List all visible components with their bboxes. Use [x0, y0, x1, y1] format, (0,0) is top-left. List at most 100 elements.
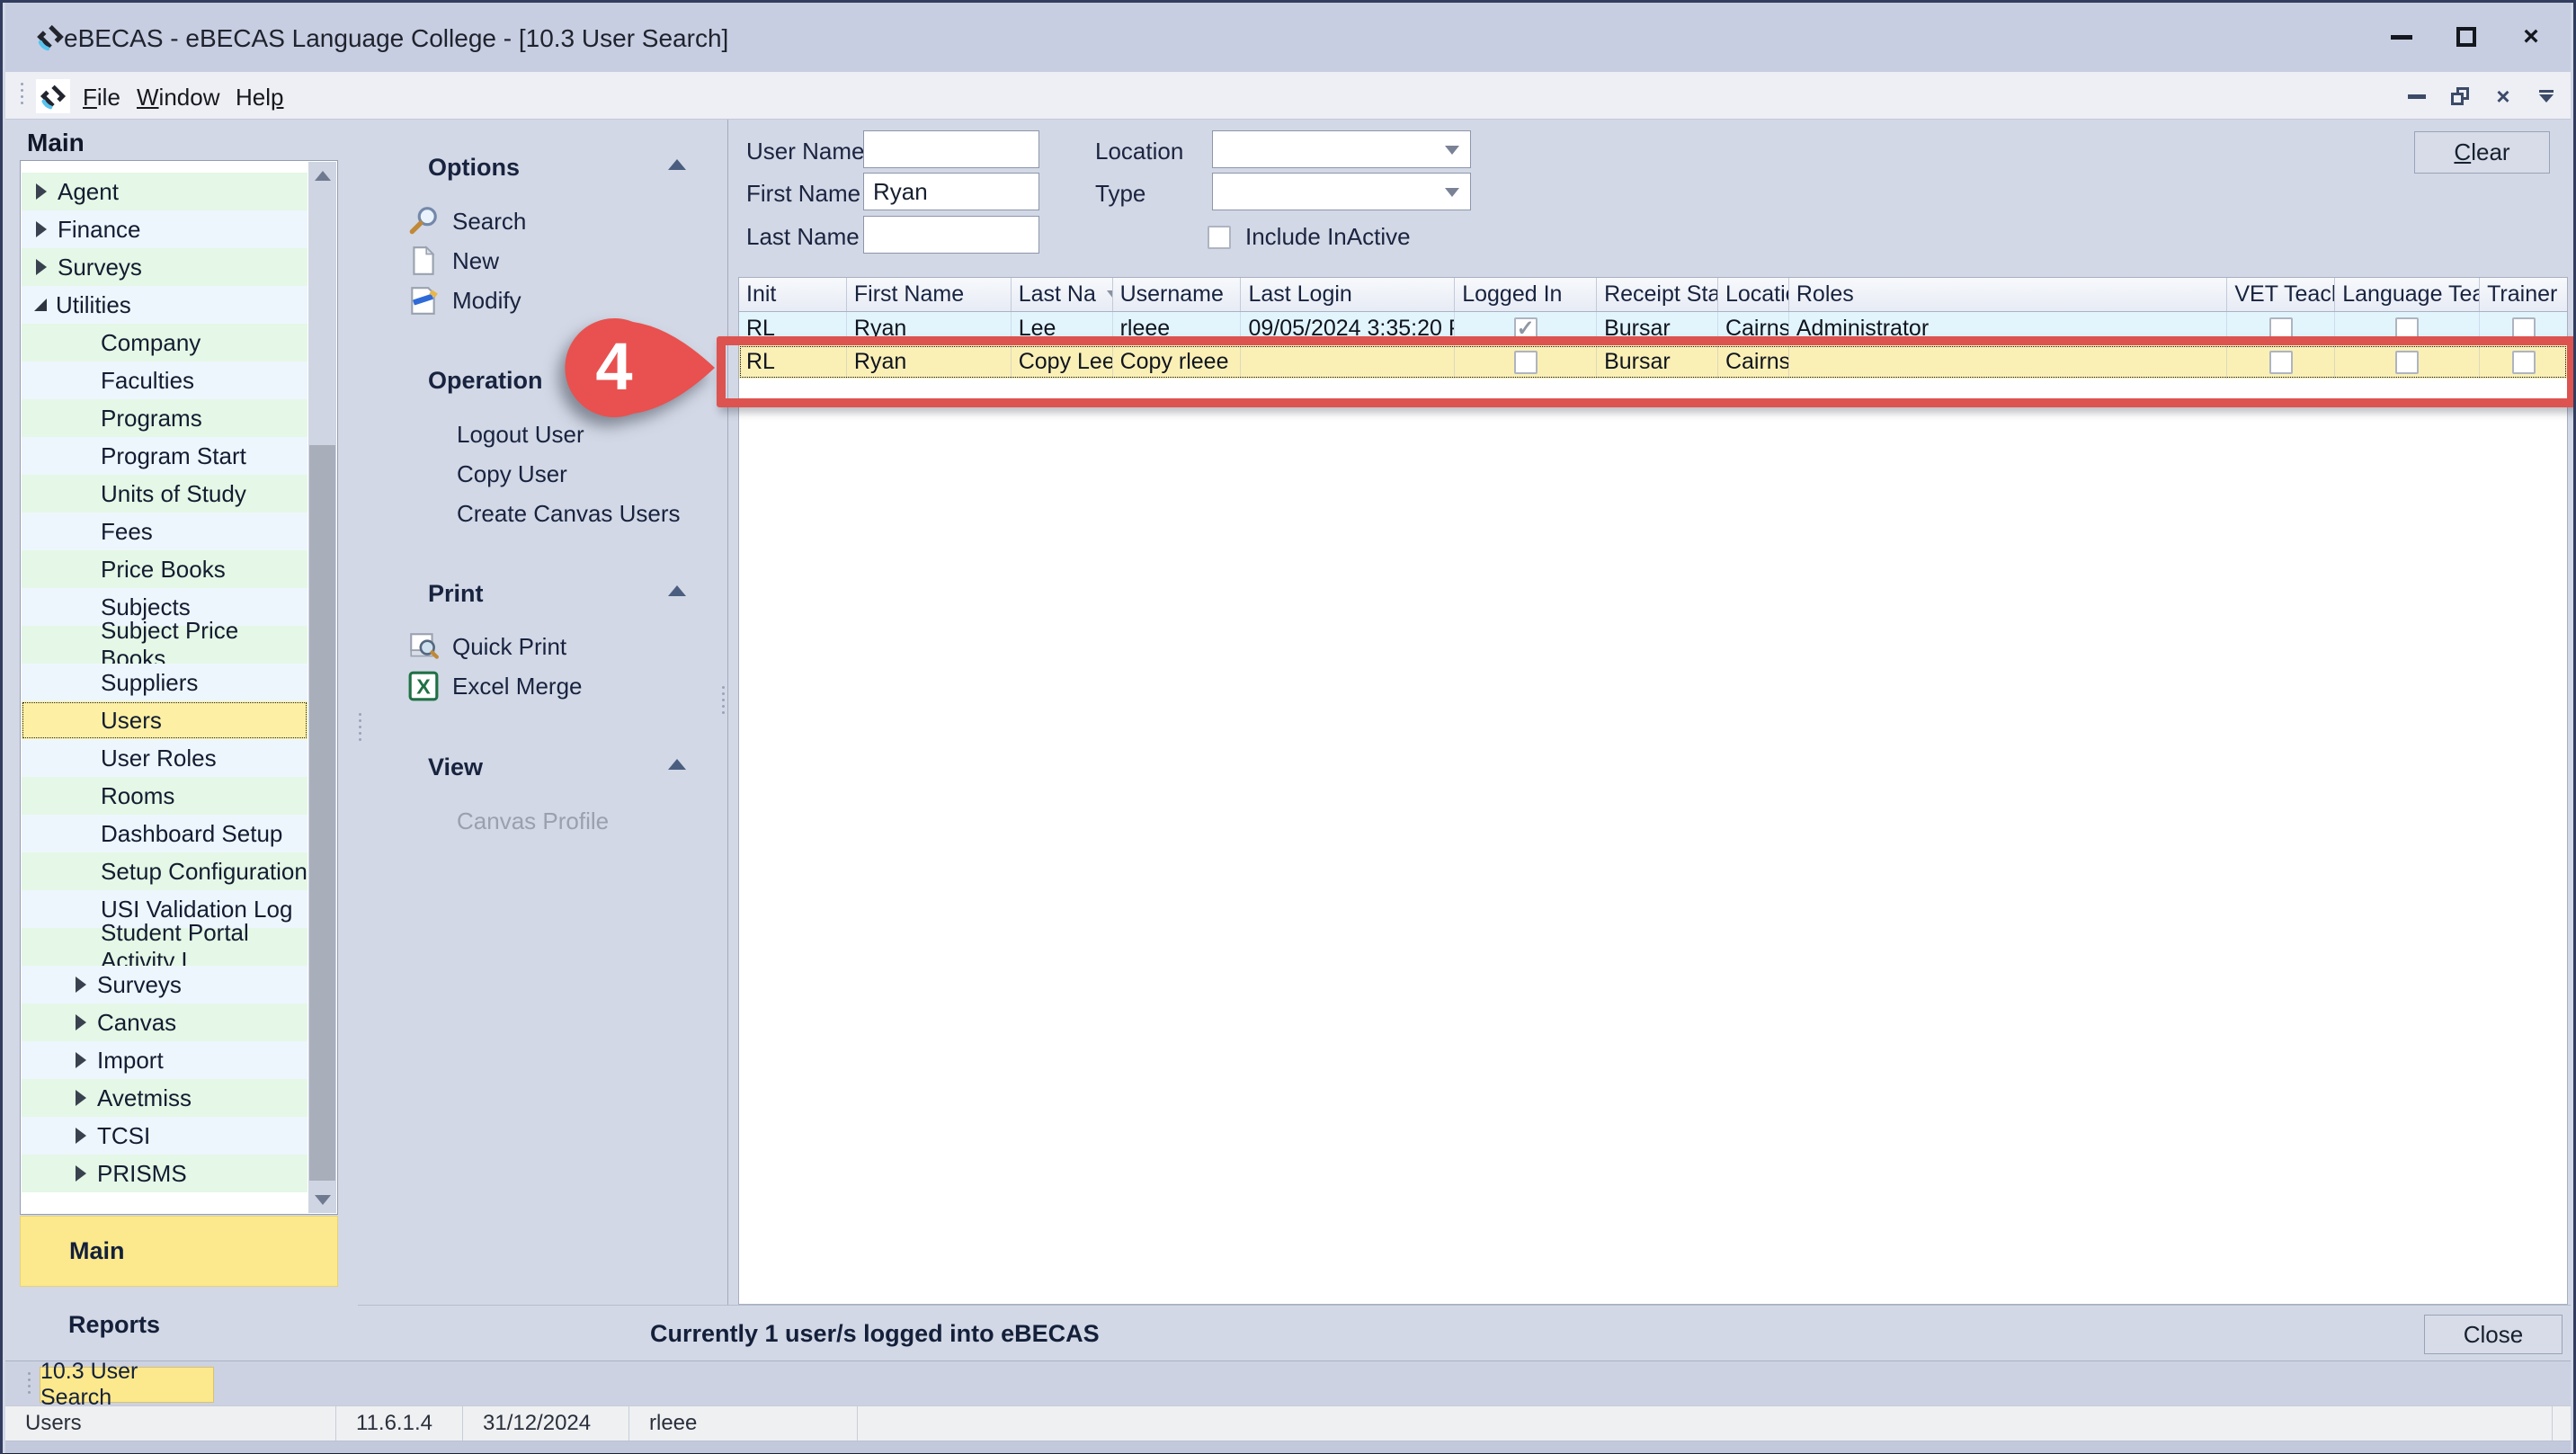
tree-item-user-roles[interactable]: User Roles [22, 739, 308, 777]
tree-item-company[interactable]: Company [22, 324, 308, 361]
logged-in-checkbox[interactable] [1514, 317, 1538, 341]
action-excel-merge[interactable]: X Excel Merge [407, 670, 583, 702]
action-logout-user[interactable]: Logout User [457, 421, 584, 449]
tree-item-setup-configuration[interactable]: Setup Configuration [22, 852, 308, 890]
tree-item-student-portal-activity-log[interactable]: Student Portal Activity L [22, 928, 308, 966]
column-header-init[interactable]: Init [739, 278, 847, 311]
tree-scrollbar[interactable] [308, 162, 336, 1213]
column-header-last-login[interactable]: Last Login [1241, 278, 1455, 311]
logged-in-checkbox[interactable] [1514, 351, 1538, 374]
mdi-restore-icon[interactable] [2447, 83, 2473, 110]
scrollbar-thumb[interactable] [309, 445, 335, 1181]
tree-item-programs[interactable]: Programs [22, 399, 308, 437]
column-header-roles[interactable]: Roles [1789, 278, 2227, 311]
clear-button[interactable]: Clear [2414, 131, 2550, 174]
close-button[interactable]: Close [2424, 1315, 2563, 1354]
first-name-input[interactable] [863, 173, 1039, 210]
content-splitter[interactable] [719, 686, 726, 714]
location-dropdown[interactable] [1212, 130, 1471, 168]
action-search[interactable]: Search [407, 205, 526, 237]
tree-item-faculties[interactable]: Faculties [22, 361, 308, 399]
group-header-view[interactable]: View [428, 754, 483, 781]
menu-window[interactable]: Window [131, 82, 225, 113]
expand-icon[interactable] [76, 1052, 86, 1068]
tree-item-surveys-sub[interactable]: Surveys [22, 966, 308, 1004]
tree-item-subject-price-books[interactable]: Subject Price Books [22, 626, 308, 664]
expand-icon[interactable] [76, 977, 86, 993]
group-header-operation[interactable]: Operation [428, 367, 543, 395]
language-teacher-checkbox[interactable] [2395, 351, 2419, 374]
window-menu-icon[interactable] [2533, 83, 2560, 110]
scroll-up-icon[interactable] [308, 162, 336, 189]
tree-item-suppliers[interactable]: Suppliers [22, 664, 308, 701]
expand-icon[interactable] [76, 1090, 86, 1106]
collapse-group-icon[interactable] [668, 585, 686, 596]
column-header-vet-teacher[interactable]: VET Teach [2227, 278, 2335, 311]
action-modify[interactable]: Modify [407, 284, 521, 317]
column-header-logged-in[interactable]: Logged In [1455, 278, 1597, 311]
tree-item-prisms[interactable]: PRISMS [22, 1155, 308, 1192]
collapse-group-icon[interactable] [668, 159, 686, 170]
app-logo-chip[interactable] [36, 79, 70, 113]
nav-section-main[interactable]: Main [20, 1216, 338, 1287]
language-teacher-checkbox[interactable] [2395, 317, 2419, 341]
column-header-last-name[interactable]: Last Na [1012, 278, 1113, 311]
menu-help[interactable]: Help [230, 82, 289, 113]
column-header-username[interactable]: Username [1113, 278, 1242, 311]
tree-item-fees[interactable]: Fees [22, 513, 308, 550]
column-header-trainer[interactable]: Trainer [2480, 278, 2567, 311]
maximize-icon[interactable] [2441, 15, 2491, 58]
tab-10-3-user-search[interactable]: 10.3 User Search [40, 1367, 214, 1403]
tree-item-units-of-study[interactable]: Units of Study [22, 475, 308, 513]
action-create-canvas-users[interactable]: Create Canvas Users [457, 500, 681, 528]
expand-icon[interactable] [76, 1128, 86, 1144]
grid-row-selected[interactable]: RL Ryan Copy Lee Copy rleee Bursar Cairn… [739, 345, 2567, 379]
expand-icon[interactable] [36, 259, 47, 275]
group-header-print[interactable]: Print [428, 580, 484, 608]
tree-item-users-selected[interactable]: Users [22, 701, 308, 739]
expand-icon[interactable] [76, 1014, 86, 1030]
tree-item-utilities[interactable]: Utilities [22, 286, 308, 324]
scroll-down-icon[interactable] [308, 1186, 336, 1213]
action-copy-user[interactable]: Copy User [457, 460, 567, 488]
tree-item-import[interactable]: Import [22, 1041, 308, 1079]
toolbar-grip[interactable] [18, 83, 25, 104]
tree-item-surveys[interactable]: Surveys [22, 248, 308, 286]
tree-item-rooms[interactable]: Rooms [22, 777, 308, 815]
expand-icon[interactable] [76, 1165, 86, 1182]
column-header-receipt-status[interactable]: Receipt Stati [1597, 278, 1718, 311]
action-quick-print[interactable]: Quick Print [407, 630, 566, 663]
tree-item-program-start[interactable]: Program Start [22, 437, 308, 475]
column-header-first-name[interactable]: First Name [847, 278, 1012, 311]
action-new[interactable]: New [407, 245, 499, 277]
collapse-icon[interactable] [34, 299, 47, 311]
tree-item-canvas[interactable]: Canvas [22, 1004, 308, 1041]
collapse-group-icon[interactable] [668, 759, 686, 770]
trainer-checkbox[interactable] [2512, 351, 2536, 374]
mdi-close-icon[interactable]: × [2490, 83, 2517, 110]
tree-item-tcsi[interactable]: TCSI [22, 1117, 308, 1155]
close-icon[interactable]: × [2506, 15, 2556, 58]
minimize-icon[interactable] [2376, 15, 2427, 58]
taskbar-grip[interactable] [25, 1372, 32, 1394]
include-inactive-checkbox[interactable] [1208, 226, 1231, 249]
tree-item-finance[interactable]: Finance [22, 210, 308, 248]
vet-teacher-checkbox[interactable] [2269, 351, 2293, 374]
vet-teacher-checkbox[interactable] [2269, 317, 2293, 341]
column-header-location[interactable]: Locatio [1718, 278, 1789, 311]
menu-file[interactable]: File [77, 82, 126, 113]
grid-row[interactable]: RL Ryan Lee rleee 09/05/2024 3:35:20 P B… [739, 312, 2567, 345]
group-header-options[interactable]: Options [428, 154, 520, 182]
tree-item-price-books[interactable]: Price Books [22, 550, 308, 588]
expand-icon[interactable] [36, 183, 47, 200]
tree-item-avetmiss[interactable]: Avetmiss [22, 1079, 308, 1117]
mdi-minimize-icon[interactable] [2403, 83, 2430, 110]
expand-icon[interactable] [36, 221, 47, 237]
last-name-input[interactable] [863, 216, 1039, 254]
tree-item-agent[interactable]: Agent [22, 173, 308, 210]
type-dropdown[interactable] [1212, 173, 1471, 210]
user-name-input[interactable] [863, 130, 1039, 168]
trainer-checkbox[interactable] [2512, 317, 2536, 341]
nav-section-reports[interactable]: Reports [68, 1311, 160, 1339]
sidebar-splitter[interactable] [356, 120, 362, 1360]
